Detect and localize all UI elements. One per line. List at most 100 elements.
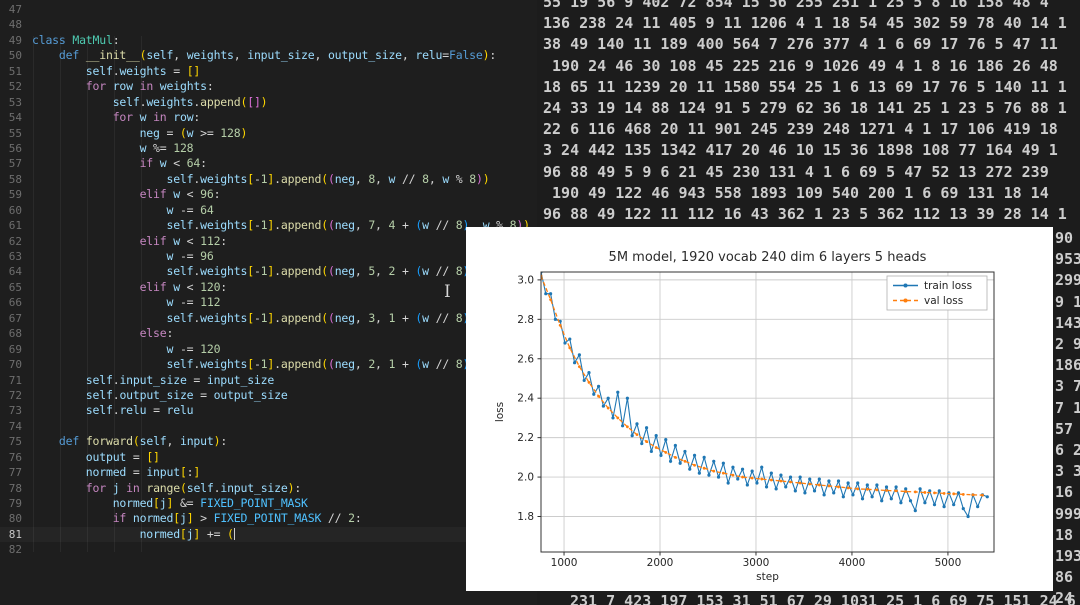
code-line[interactable]: 54 for w in row: <box>0 110 530 125</box>
code-line[interactable]: 69 w -= 120 <box>0 342 530 357</box>
code-token: &= <box>173 496 201 510</box>
code-line[interactable]: 63 w -= 96 <box>0 249 530 264</box>
code-line[interactable]: 76 output = [] <box>0 450 530 465</box>
line-number[interactable]: 63 <box>0 249 22 264</box>
code-line[interactable]: 64 self.weights[-1].append((neg, 5, 2 + … <box>0 264 530 279</box>
code-line[interactable]: 48 <box>0 17 530 32</box>
line-number[interactable]: 70 <box>0 357 22 372</box>
code-token: , <box>233 48 248 63</box>
svg-text:3000: 3000 <box>743 557 770 569</box>
code-line[interactable]: 82 <box>0 542 530 557</box>
code-token: neg <box>334 357 355 372</box>
line-number[interactable]: 65 <box>0 280 22 295</box>
code-line[interactable]: 70 self.weights[-1].append((neg, 2, 1 + … <box>0 357 530 372</box>
line-number[interactable]: 58 <box>0 172 22 187</box>
code-line[interactable]: 75 def forward(self, input): <box>0 434 530 449</box>
code-line[interactable]: 67 self.weights[-1].append((neg, 3, 1 + … <box>0 311 530 326</box>
code-token: = <box>442 48 449 63</box>
code-line[interactable]: 61 self.weights[-1].append((neg, 7, 4 + … <box>0 218 530 233</box>
line-number[interactable]: 48 <box>0 17 22 32</box>
code-line[interactable]: 57 if w < 64: <box>0 156 530 171</box>
code-token: weights <box>159 79 207 94</box>
line-number[interactable]: 73 <box>0 403 22 418</box>
line-number[interactable]: 54 <box>0 110 22 125</box>
line-number[interactable]: 49 <box>0 33 22 48</box>
line-number[interactable]: 60 <box>0 203 22 218</box>
line-number[interactable]: 66 <box>0 295 22 310</box>
code-token: w <box>173 187 180 202</box>
code-line[interactable]: 60 w -= 64 <box>0 203 530 218</box>
code-line[interactable]: 58 self.weights[-1].append((neg, 8, w //… <box>0 172 530 187</box>
line-number[interactable]: 71 <box>0 373 22 388</box>
code-token: 8 <box>469 171 476 186</box>
code-line[interactable]: 51 self.weights = [] <box>0 64 530 79</box>
code-token: ] <box>193 465 201 480</box>
code-token: neg <box>334 264 355 279</box>
line-number[interactable]: 69 <box>0 342 22 357</box>
code-line[interactable]: 79 normed[j] &= FIXED_POINT_MASK <box>0 496 530 511</box>
loss-chart-window[interactable]: 1000 2000 3000 4000 5000 1.8 2.0 2.2 2.4 2.6 2.8 3.… <box>466 227 1053 591</box>
code-line[interactable]: 50 def __init__(self, weights, input_siz… <box>0 48 530 63</box>
code-line[interactable]: 56 w %= 128 <box>0 141 530 156</box>
code-token: ) <box>475 171 483 186</box>
code-line[interactable]: 49 class MatMul: <box>0 33 530 48</box>
code-token: 8 <box>455 218 463 233</box>
code-line[interactable]: 59 elif w < 96: <box>0 187 530 202</box>
code-line[interactable]: 53 self.weights.append([]) <box>0 95 530 110</box>
code-line[interactable]: 52 for row in weights: <box>0 79 530 94</box>
code-line[interactable]: 78 for j in range(self.input_size): <box>0 481 530 496</box>
line-number[interactable]: 82 <box>0 542 22 557</box>
code-token: neg <box>334 310 355 325</box>
line-number[interactable]: 62 <box>0 234 22 249</box>
line-number[interactable]: 78 <box>0 481 22 496</box>
line-number[interactable]: 50 <box>0 48 22 63</box>
line-number[interactable]: 64 <box>0 264 22 279</box>
code-line[interactable]: 73 self.relu = relu <box>0 403 530 418</box>
code-line[interactable]: 72 self.output_size = output_size <box>0 388 530 403</box>
line-number[interactable]: 67 <box>0 311 22 326</box>
code-token: self <box>166 357 194 372</box>
code-token: - <box>253 310 261 325</box>
code-token: normed <box>85 465 127 480</box>
line-number[interactable]: 61 <box>0 218 22 233</box>
line-number[interactable]: 80 <box>0 511 22 526</box>
line-number[interactable]: 81 <box>0 527 22 542</box>
code-editor[interactable]: 47 48 49 class MatMul: 50 def __init__(self,… <box>0 0 540 605</box>
code-token: = <box>186 372 207 387</box>
code-line[interactable]: 74 <box>0 419 530 434</box>
line-number[interactable]: 75 <box>0 434 22 449</box>
line-number[interactable]: 68 <box>0 326 22 341</box>
code-token: w <box>422 310 429 325</box>
code-line[interactable]: 55 neg = (w >= 128) <box>0 126 530 141</box>
line-number[interactable]: 76 <box>0 450 22 465</box>
line-number[interactable]: 74 <box>0 419 22 434</box>
line-number[interactable]: 57 <box>0 156 22 171</box>
code-token: w <box>422 264 429 279</box>
code-line[interactable]: 80 if normed[j] > FIXED_POINT_MASK // 2: <box>0 511 530 526</box>
line-number[interactable]: 55 <box>0 126 22 141</box>
code-line[interactable]: 68 else: <box>0 326 530 341</box>
code-token: in <box>139 79 154 94</box>
code-line[interactable]: 71 self.input_size = input_size <box>0 373 530 388</box>
line-number[interactable]: 52 <box>0 79 22 94</box>
code-line[interactable]: 47 <box>0 2 530 17</box>
line-number[interactable]: 72 <box>0 388 22 403</box>
line-number[interactable]: 59 <box>0 187 22 202</box>
code-token: ( <box>321 264 328 279</box>
code-line[interactable]: 81 normed[j] += ( <box>0 527 530 542</box>
code-line[interactable]: 77 normed = input[:] <box>0 465 530 480</box>
code-token: if <box>112 511 127 526</box>
code-token: w <box>159 156 167 171</box>
line-number[interactable]: 79 <box>0 496 22 511</box>
code-line[interactable]: 62 elif w < 112: <box>0 234 530 249</box>
line-number[interactable]: 53 <box>0 95 22 110</box>
line-number[interactable]: 77 <box>0 465 22 480</box>
line-number[interactable]: 51 <box>0 64 22 79</box>
line-number[interactable]: 47 <box>0 2 22 17</box>
terminal-row-partial: 57 <box>1055 419 1074 438</box>
code-token: . <box>274 357 281 372</box>
code-token: = <box>126 465 147 480</box>
line-number[interactable]: 56 <box>0 141 22 156</box>
